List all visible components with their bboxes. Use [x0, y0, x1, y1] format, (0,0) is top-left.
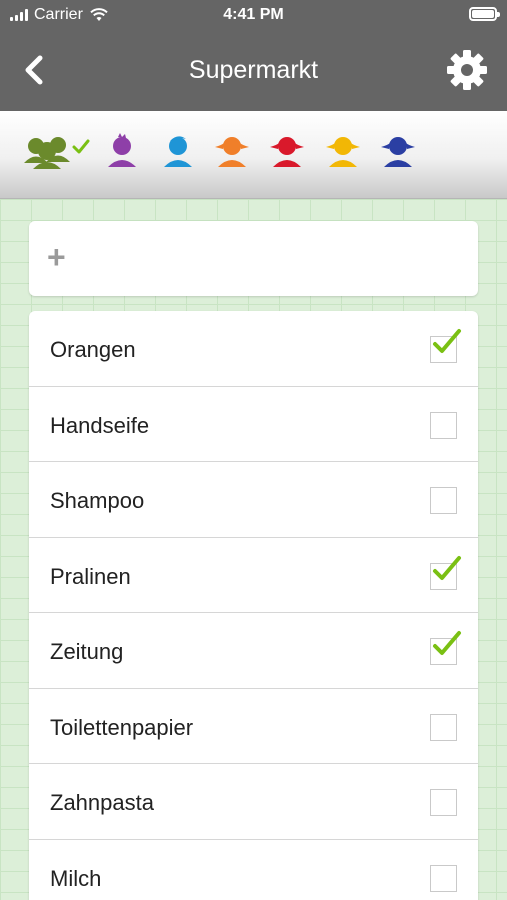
list-item-label: Zeitung [50, 639, 124, 664]
list-item[interactable]: Milch [29, 840, 478, 900]
red-avatar-icon [270, 137, 304, 167]
list-item[interactable]: Handseife [29, 387, 478, 462]
checkmark-icon [433, 631, 461, 655]
yellow-avatar-icon [326, 137, 360, 167]
item-checkbox[interactable] [430, 789, 457, 816]
list-item[interactable]: Shampoo [29, 462, 478, 538]
yellow-avatar-button[interactable] [323, 133, 363, 174]
page-title: Supermarkt [188, 56, 319, 84]
purple-avatar-button[interactable] [106, 133, 138, 174]
list-item-label: Handseife [50, 412, 150, 438]
list-item-label: Orangen [50, 337, 136, 362]
family-members-bar [0, 111, 507, 199]
blue-avatar-icon [164, 136, 192, 167]
darkblue-avatar-button[interactable] [378, 133, 418, 174]
group-avatar-button[interactable] [22, 133, 92, 178]
list-item-label: Shampoo [50, 488, 145, 513]
list-item[interactable]: Zahnpasta [29, 764, 478, 840]
nav-bar: Supermarkt [0, 40, 507, 100]
settings-button[interactable] [445, 48, 489, 92]
purple-avatar-icon [108, 133, 136, 167]
checkmark-icon [433, 329, 461, 353]
orange-avatar-button[interactable] [212, 133, 252, 174]
gear-icon [447, 50, 487, 90]
item-checkbox[interactable] [430, 487, 457, 514]
top-bar: Carrier 4:41 PM Supermarkt [0, 0, 507, 111]
list-item[interactable]: Orangen [29, 311, 478, 387]
blue-avatar-button[interactable] [162, 133, 194, 174]
list-item[interactable]: Zeitung [29, 613, 478, 689]
red-avatar-button[interactable] [267, 133, 307, 174]
list-item-label: Milch [50, 865, 102, 891]
add-item-field[interactable]: + [29, 221, 478, 296]
group-avatar-icon [24, 137, 90, 169]
darkblue-avatar-icon [381, 137, 415, 167]
item-checkbox[interactable] [430, 864, 457, 892]
status-bar: Carrier 4:41 PM [0, 0, 507, 30]
list-item[interactable]: Pralinen [29, 538, 478, 613]
orange-avatar-icon [215, 137, 249, 167]
list-item-label: Toilettenpapier [50, 714, 194, 740]
add-icon[interactable]: + [47, 239, 66, 275]
shopping-list: Orangen Handseife Shampoo Pralinen Zeitung To… [29, 311, 478, 900]
list-item[interactable]: Toilettenpapier [29, 689, 478, 764]
battery-icon [469, 7, 500, 21]
item-checkbox[interactable] [430, 713, 457, 741]
list-item-label: Pralinen [50, 563, 131, 589]
item-checkbox[interactable] [430, 411, 457, 439]
list-item-label: Zahnpasta [50, 790, 154, 815]
status-time: 4:41 PM [223, 6, 284, 23]
checkmark-icon [433, 555, 461, 580]
